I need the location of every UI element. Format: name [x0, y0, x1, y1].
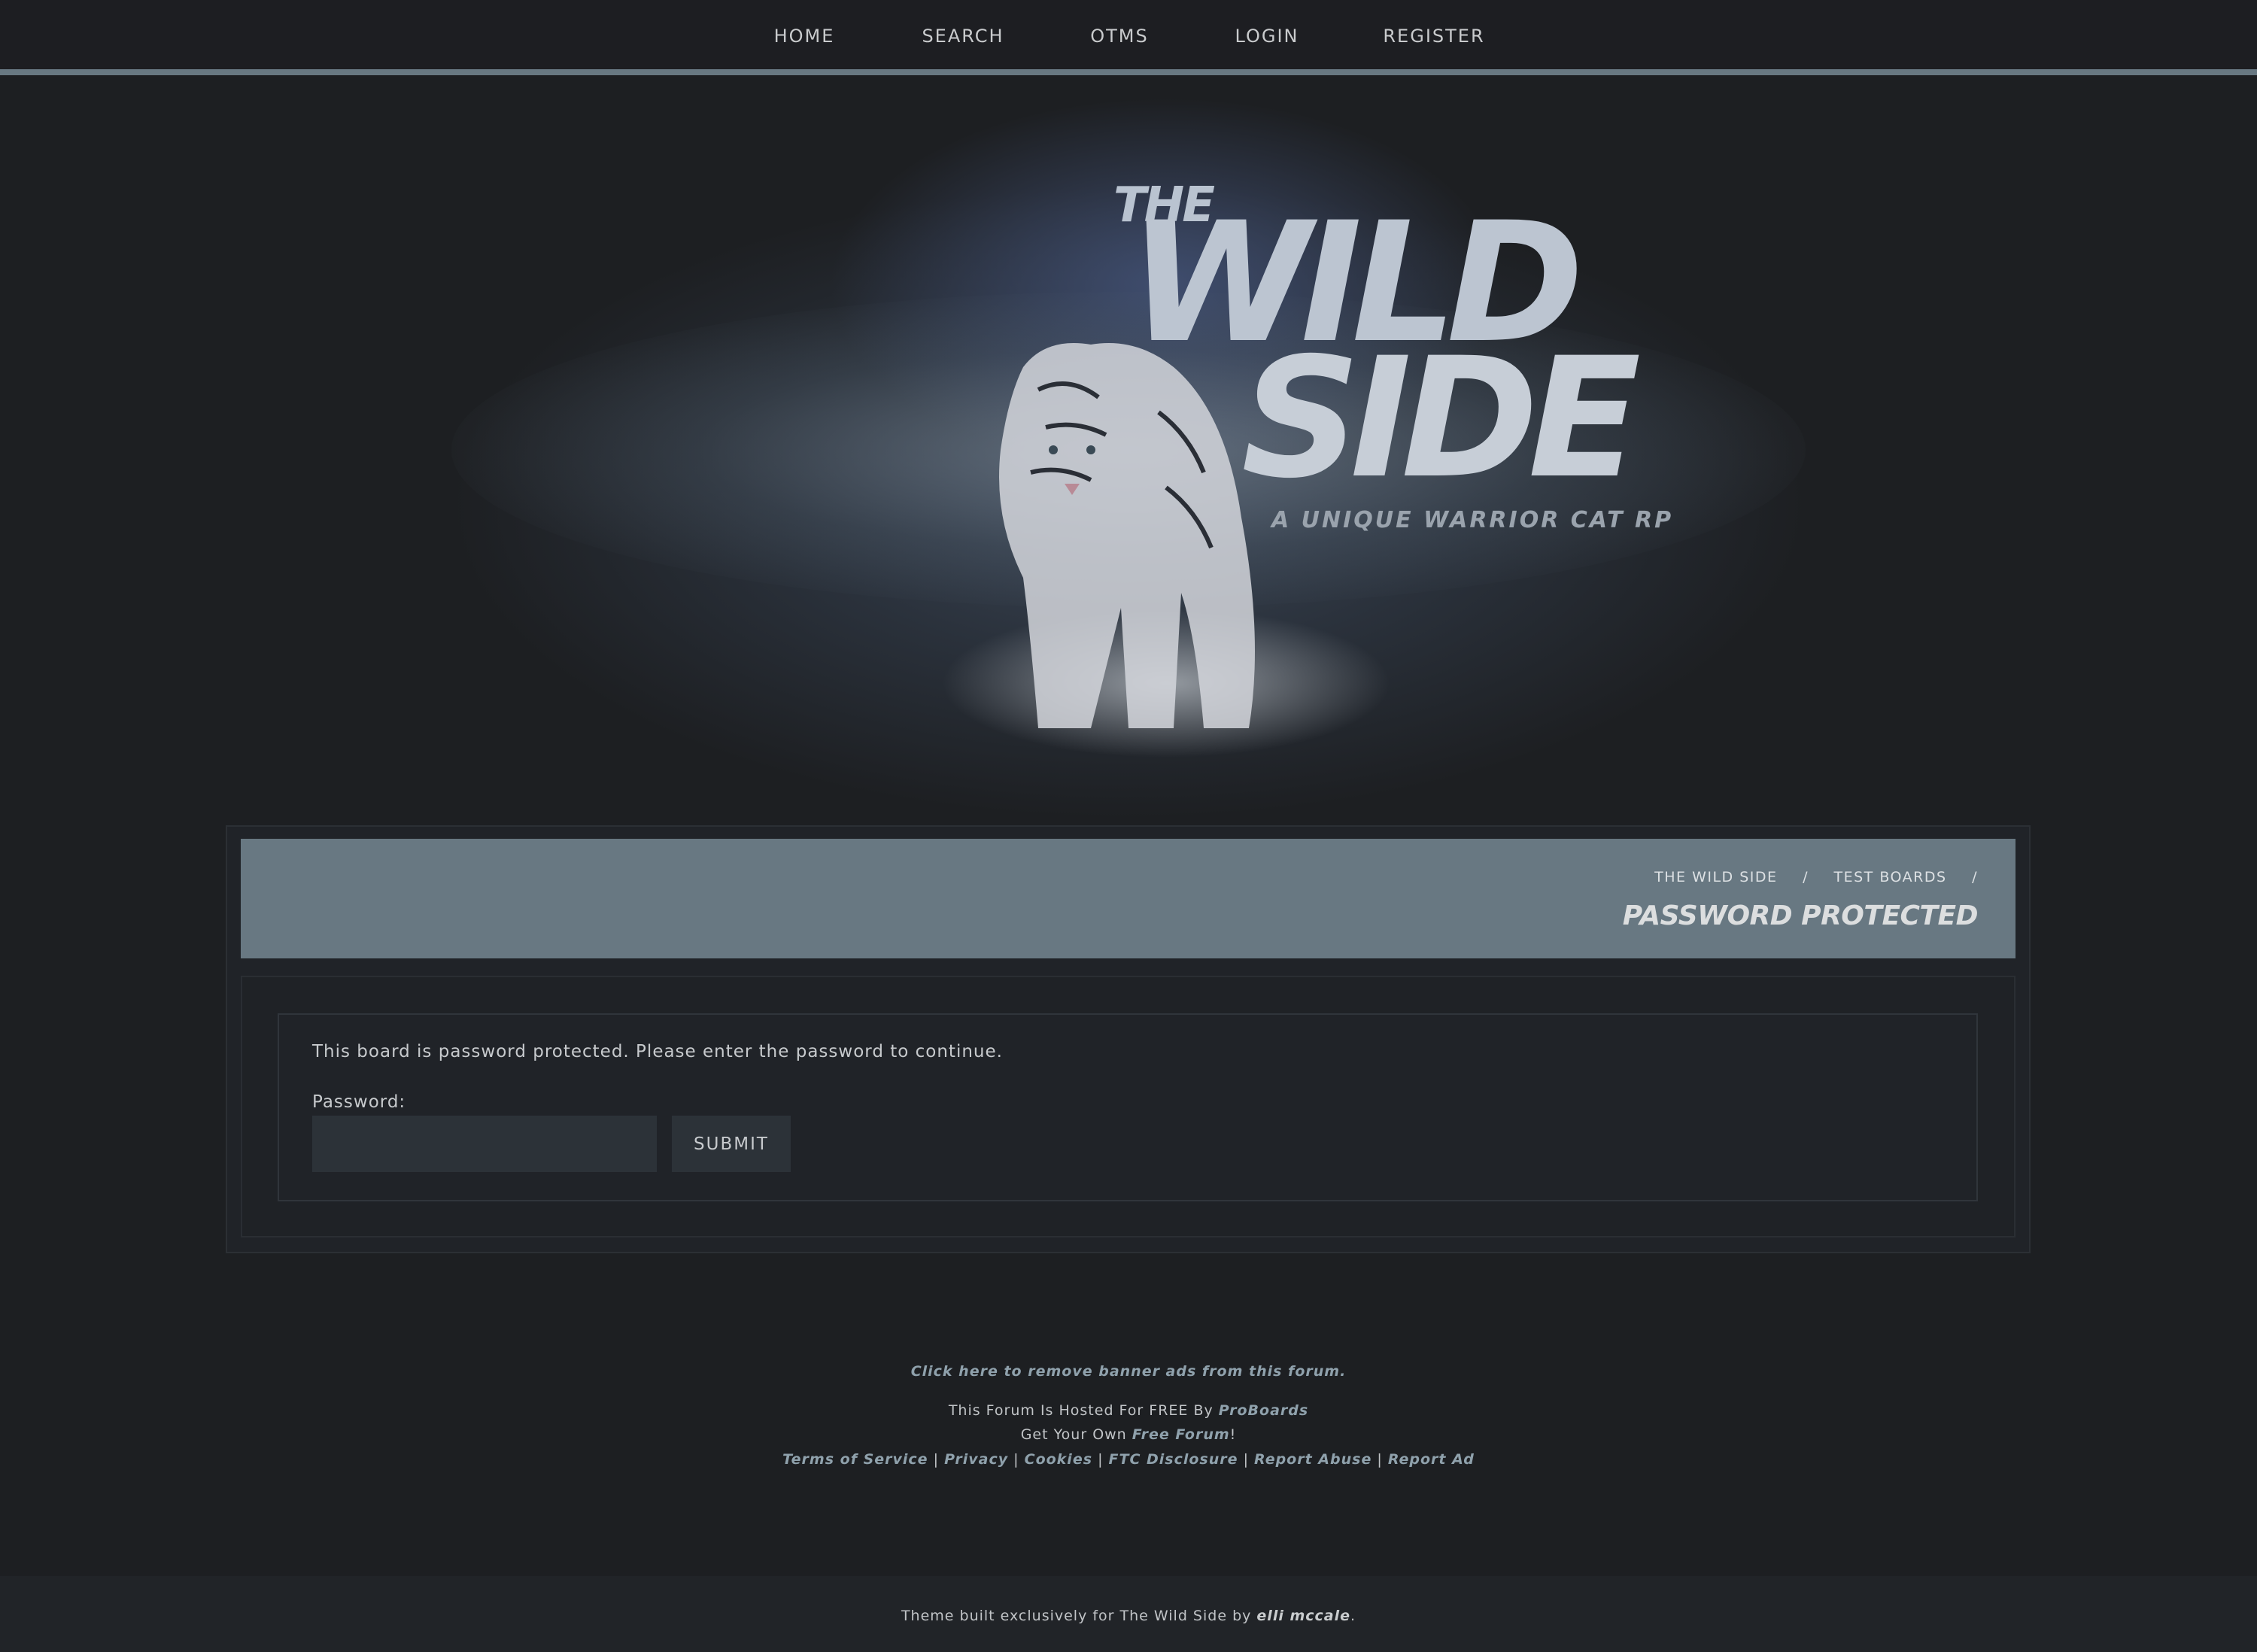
- separator: |: [1238, 1451, 1255, 1468]
- credit-suffix: .: [1350, 1608, 1356, 1624]
- breadcrumb-separator: /: [1803, 869, 1809, 885]
- own-forum-line: Get Your Own Free Forum!: [0, 1426, 2257, 1443]
- author-link[interactable]: elli mccale: [1256, 1608, 1350, 1624]
- remove-ads-link[interactable]: Click here to remove banner ads from thi…: [911, 1363, 1347, 1380]
- breadcrumb-test-boards[interactable]: TEST BOARDS: [1834, 869, 1947, 885]
- password-label: Password:: [312, 1092, 406, 1112]
- cookies-link[interactable]: Cookies: [1025, 1451, 1092, 1468]
- top-nav: HOME SEARCH OTMS LOGIN REGISTER: [0, 0, 2257, 75]
- theme-credit: Theme built exclusively for The Wild Sid…: [0, 1608, 2257, 1624]
- report-ad-link[interactable]: Report Ad: [1388, 1451, 1475, 1468]
- breadcrumb-the-wild-side[interactable]: THE WILD SIDE: [1654, 869, 1777, 885]
- logo-side: SIDE: [1241, 322, 1641, 515]
- own-suffix: !: [1229, 1426, 1237, 1443]
- hosted-line: This Forum Is Hosted For FREE By ProBoar…: [0, 1402, 2257, 1419]
- footer-links: Terms of Service | Privacy | Cookies | F…: [0, 1451, 2257, 1468]
- nav-login[interactable]: LOGIN: [1235, 26, 1299, 47]
- bottom-bar: Theme built exclusively for The Wild Sid…: [0, 1576, 2257, 1652]
- breadcrumb-separator: /: [1972, 869, 1978, 885]
- breadcrumb: THE WILD SIDE / TEST BOARDS /: [1635, 869, 1978, 885]
- password-input[interactable]: [312, 1116, 657, 1172]
- privacy-link[interactable]: Privacy: [944, 1451, 1008, 1468]
- logo: THE WILD SIDE A UNIQUE WARRIOR CAT RP: [1113, 178, 1685, 644]
- separator: |: [1372, 1451, 1388, 1468]
- separator: |: [1092, 1451, 1109, 1468]
- ftc-link[interactable]: FTC Disclosure: [1109, 1451, 1238, 1468]
- own-text: Get Your Own: [1020, 1426, 1132, 1443]
- terms-link[interactable]: Terms of Service: [782, 1451, 928, 1468]
- page-header: THE WILD SIDE / TEST BOARDS / PASSWORD P…: [241, 839, 2016, 958]
- hosted-text: This Forum Is Hosted For FREE By: [948, 1402, 1219, 1419]
- banner: THE WILD SIDE A UNIQUE WARRIOR CAT RP: [0, 81, 2257, 826]
- nav-register[interactable]: REGISTER: [1383, 26, 1484, 47]
- nav-home[interactable]: HOME: [774, 26, 835, 47]
- separator: |: [928, 1451, 945, 1468]
- nav-search[interactable]: SEARCH: [922, 26, 1004, 47]
- submit-button[interactable]: SUBMIT: [672, 1116, 791, 1172]
- nav-otms[interactable]: OTMS: [1090, 26, 1149, 47]
- page-title: PASSWORD PROTECTED: [1622, 900, 1979, 931]
- separator: |: [1008, 1451, 1025, 1468]
- proboards-link[interactable]: ProBoards: [1219, 1402, 1308, 1419]
- protected-message: This board is password protected. Please…: [312, 1042, 1003, 1061]
- free-forum-link[interactable]: Free Forum: [1132, 1426, 1230, 1443]
- logo-subtitle: A UNIQUE WARRIOR CAT RP: [1271, 507, 1674, 533]
- report-abuse-link[interactable]: Report Abuse: [1254, 1451, 1372, 1468]
- credit-text: Theme built exclusively for The Wild Sid…: [901, 1608, 1257, 1624]
